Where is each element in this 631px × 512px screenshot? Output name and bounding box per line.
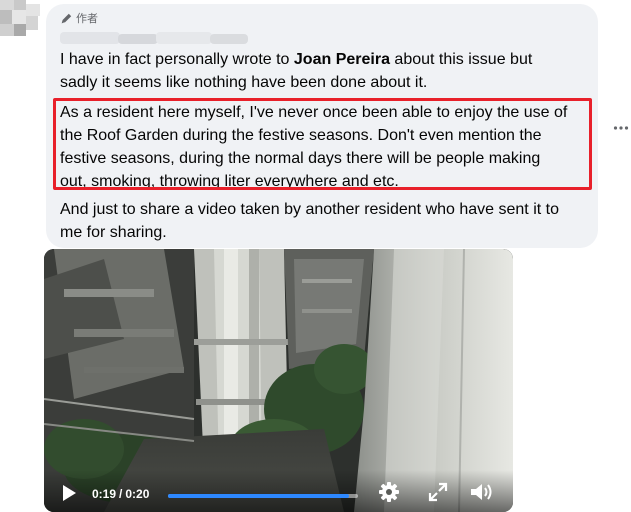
comment-paragraph-1: I have in fact personally wrote to Joan … [60,51,533,91]
author-badge-label: 作者 [76,13,98,25]
video-player[interactable]: 0:19 / 0:20 [44,249,513,512]
progress-fill [168,494,349,498]
avatar[interactable] [0,0,44,40]
fullscreen-icon [428,482,448,507]
time-separator: / [119,487,123,501]
volume-button[interactable] [467,480,495,508]
author-badge: 作者 [60,10,98,26]
commenter-name-blurred[interactable] [60,28,248,46]
mentioned-person[interactable]: Joan Pereira [294,51,390,68]
more-options-icon [613,118,629,136]
video-time: 0:19 / 0:20 [92,487,149,501]
current-time: 0:19 [92,487,117,501]
comment-thread: 作者 I have in fact personally wrote to Jo… [0,0,631,512]
volume-icon [469,481,493,508]
comment-paragraph-3: And just to share a video taken by anoth… [60,201,559,241]
duration: 0:20 [125,487,150,501]
play-icon [61,484,77,507]
more-options-button[interactable] [612,118,630,136]
settings-gear-icon [378,481,400,508]
highlight-box [53,98,592,190]
settings-button[interactable] [376,481,402,507]
video-controls: 0:19 / 0:20 [44,470,513,512]
fullscreen-button[interactable] [426,482,450,506]
pencil-icon [60,12,73,25]
progress-bar[interactable] [168,494,358,498]
play-button[interactable] [58,484,80,506]
